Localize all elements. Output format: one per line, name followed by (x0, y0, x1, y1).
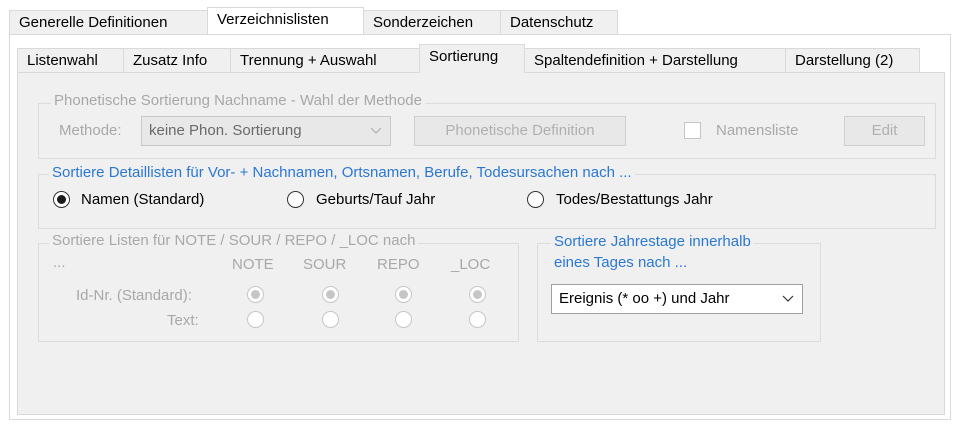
radio-sour-id[interactable] (322, 286, 339, 303)
col-loc: _LOC (451, 256, 491, 273)
anniversary-legend-line2: eines Tages nach ... (552, 254, 690, 271)
radio-loc-id[interactable] (469, 286, 486, 303)
col-sour: SOUR (303, 256, 347, 273)
phonetic-legend: Phonetische Sortierung Nachname - Wahl d… (51, 92, 425, 109)
list-sort-legend: Sortiere Listen für NOTE / SOUR / REPO /… (49, 232, 419, 249)
row-id-nr-label: Id-Nr. (Standard): (76, 287, 192, 304)
radio-note-id[interactable] (247, 286, 264, 303)
chevron-down-icon (370, 117, 382, 155)
radio-todes-bestattungs-jahr-label: Todes/Bestattungs Jahr (556, 191, 713, 208)
radio-note-text[interactable] (247, 311, 264, 328)
list-sort-legend-cont: ... (53, 254, 66, 271)
anniversary-legend-line1: Sortiere Jahrestage innerhalb (551, 233, 754, 250)
tab-listenwahl[interactable]: Listenwahl (17, 48, 124, 72)
edit-button[interactable]: Edit (844, 116, 925, 146)
chevron-down-icon (782, 285, 794, 323)
radio-sour-text[interactable] (322, 311, 339, 328)
col-repo: REPO (377, 256, 420, 273)
method-value: keine Phon. Sortierung (149, 122, 302, 139)
tab-sortierung[interactable]: Sortierung (419, 44, 525, 73)
method-label: Methode: (59, 122, 122, 139)
radio-loc-text[interactable] (469, 311, 486, 328)
tab-verzeichnislisten[interactable]: Verzeichnislisten (207, 7, 364, 34)
tab-datenschutz[interactable]: Datenschutz (500, 10, 618, 34)
anniversary-select[interactable]: Ereignis (* oo +) und Jahr (551, 284, 803, 314)
phonetic-definition-button[interactable]: Phonetische Definition (414, 116, 626, 146)
radio-todes-bestattungs-jahr[interactable] (527, 191, 544, 208)
names-list-checkbox[interactable] (684, 122, 701, 139)
tab-trennung-auswahl[interactable]: Trennung + Auswahl (230, 48, 420, 72)
anniversary-value: Ereignis (* oo +) und Jahr (559, 290, 730, 307)
tab-generelle-definitionen[interactable]: Generelle Definitionen (9, 10, 208, 34)
radio-repo-text[interactable] (395, 311, 412, 328)
radio-geburts-tauf-jahr-label: Geburts/Tauf Jahr (316, 191, 436, 208)
col-note: NOTE (232, 256, 274, 273)
tab-darstellung-2[interactable]: Darstellung (2) (785, 48, 920, 72)
method-select[interactable]: keine Phon. Sortierung (141, 116, 391, 146)
tab-zusatz-info[interactable]: Zusatz Info (123, 48, 231, 72)
names-list-label: Namensliste (716, 122, 799, 139)
radio-repo-id[interactable] (395, 286, 412, 303)
radio-namen-standard[interactable] (53, 191, 70, 208)
tab-spaltendefinition[interactable]: Spaltendefinition + Darstellung (524, 48, 786, 72)
detail-sort-legend: Sortiere Detaillisten für Vor- + Nachnam… (49, 164, 635, 181)
radio-geburts-tauf-jahr[interactable] (287, 191, 304, 208)
radio-namen-standard-label: Namen (Standard) (81, 191, 205, 208)
tab-sonderzeichen[interactable]: Sonderzeichen (363, 10, 501, 34)
row-text-label: Text: (167, 312, 199, 329)
